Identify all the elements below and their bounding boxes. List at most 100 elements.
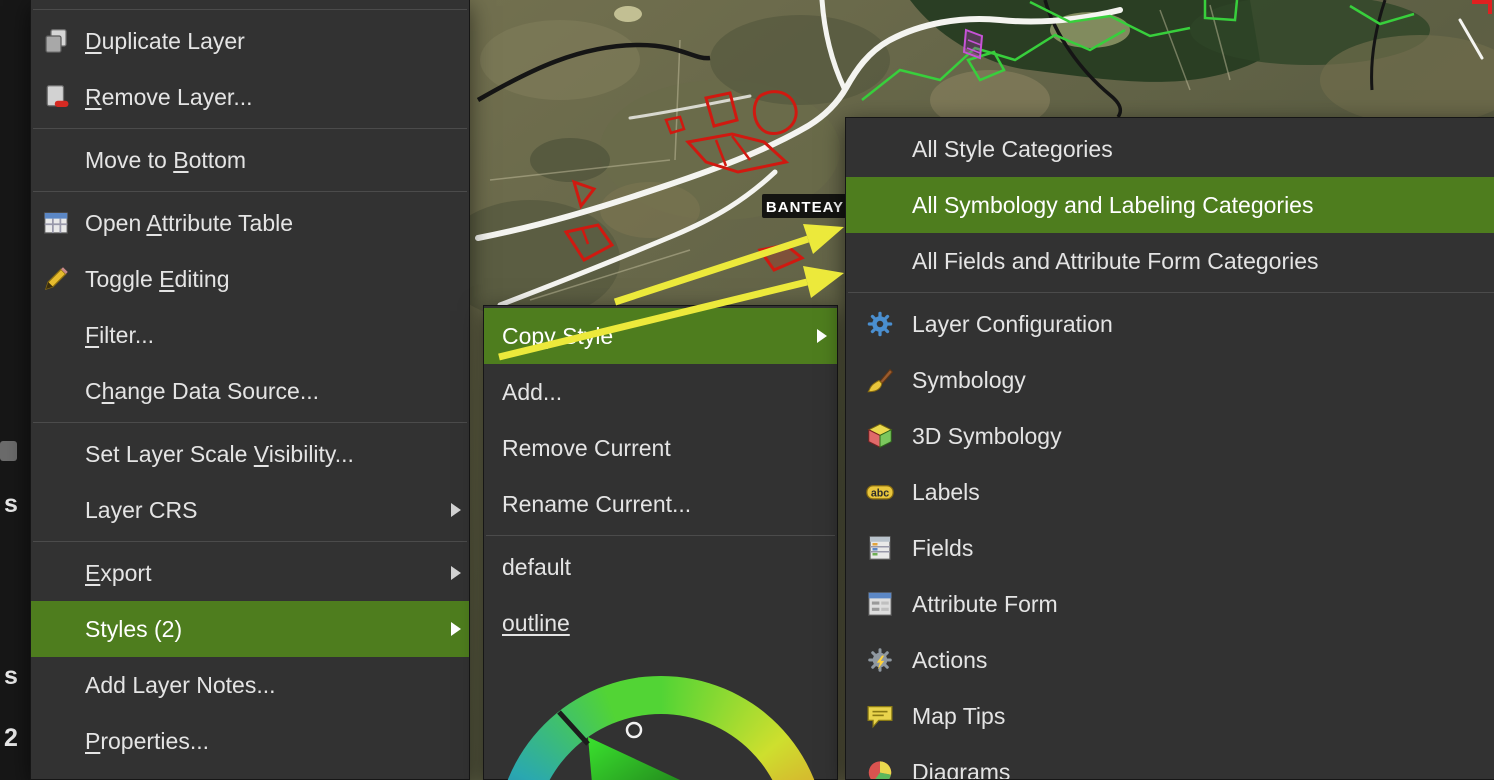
menu-separator [33,128,467,129]
attribute-form-icon [862,589,898,619]
pencil-icon [37,264,75,294]
menu-separator [33,422,467,423]
menu-item-export[interactable]: Export [31,545,469,601]
menu-item-copy-style[interactable]: Copy Style [484,308,837,364]
menu-item-labels[interactable]: abcLabels [846,464,1494,520]
menu-item-remove-layer[interactable]: Remove Layer... [31,69,469,125]
menu-item-label: Remove Current [502,435,671,462]
qgis-window: BANTEAY s s 2 Duplicate Layer Remove Layer.… [0,0,1494,780]
menu-item-label: Remove Layer... [85,84,252,111]
menu-item-label: Attribute Form [912,591,1058,618]
menu-item-label: All Fields and Attribute Form Categories [912,248,1319,275]
menu-item-symbology-3d[interactable]: 3D Symbology [846,408,1494,464]
submenu-arrow-icon [451,503,461,517]
menu-separator [33,541,467,542]
hue-marker[interactable] [559,712,588,744]
menu-item-layer-crs[interactable]: Layer CRS [31,482,469,538]
menu-item-open-attribute-table[interactable]: Open Attribute Table [31,195,469,251]
submenu-arrow-icon [451,622,461,636]
menu-item-label: Change Data Source... [85,378,319,405]
menu-item-layer-configuration[interactable]: Layer Configuration [846,296,1494,352]
menu-item-fields[interactable]: Fields [846,520,1494,576]
attribute-table-icon [37,208,75,238]
menu-separator [486,535,835,536]
menu-separator [33,9,467,10]
color-wheel[interactable] [496,676,826,780]
actions-icon [862,645,898,675]
menu-item-styles[interactable]: Styles (2) [31,601,469,657]
menu-item-label: All Style Categories [912,136,1113,163]
fields-icon [862,533,898,563]
menu-item-label: Toggle Editing [85,266,230,293]
menu-item-change-data-source[interactable]: Change Data Source... [31,363,469,419]
menu-item-all-fields-and-attribute-form[interactable]: All Fields and Attribute Form Categories [846,233,1494,289]
menu-item-duplicate-layer[interactable]: Duplicate Layer [31,13,469,69]
menu-item-label: Fields [912,535,973,562]
menu-item-all-symbology-and-labeling[interactable]: All Symbology and Labeling Categories [846,177,1494,233]
labels-icon: abc [862,477,898,507]
menu-item-label: Filter... [85,322,154,349]
symbology-icon [862,365,898,395]
menu-item-symbology[interactable]: Symbology [846,352,1494,408]
menu-item-label: Open Attribute Table [85,210,293,237]
menu-item-move-to-bottom[interactable]: Move to Bottom [31,132,469,188]
menu-item-label: Diagrams [912,759,1010,780]
menu-item-set-layer-scale-visibility[interactable]: Set Layer Scale Visibility... [31,426,469,482]
clipped-panel-icon [0,441,17,461]
menu-item-label: Properties... [85,728,209,755]
menu-separator [848,292,1494,293]
menu-item-label: Layer CRS [85,497,197,524]
map-tips-icon [862,701,898,731]
map-purple-parcel [964,30,982,58]
menu-item-label: Copy Style [502,323,613,350]
map-place-label-group: BANTEAY [762,194,848,218]
menu-item-label: Add Layer Notes... [85,672,276,699]
layer-context-menu: Duplicate Layer Remove Layer... Move to Bo… [30,0,470,780]
saturation-marker[interactable] [627,723,641,737]
menu-item-label: 3D Symbology [912,423,1062,450]
menu-item-actions[interactable]: Actions [846,632,1494,688]
submenu-arrow-icon [451,566,461,580]
menu-item-label: Set Layer Scale Visibility... [85,441,354,468]
menu-item-label: Duplicate Layer [85,28,245,55]
clipped-layer-name-text: 2 [4,726,18,751]
menu-item-style-outline[interactable]: outline [484,595,837,651]
copy-style-submenu: All Style Categories All Symbology and La… [845,117,1494,780]
menu-item-map-tips[interactable]: Map Tips [846,688,1494,744]
menu-item-rename-current[interactable]: Rename Current... [484,476,837,532]
clipped-layer-name-text: s [4,664,18,689]
menu-item-label: Export [85,560,151,587]
submenu-arrow-icon [817,329,827,343]
styles-submenu: Copy Style Add... Remove Current Rename Cur… [483,305,838,780]
diagrams-icon [862,757,898,780]
menu-item-label: Styles (2) [85,616,182,643]
symbology-3d-icon [862,421,898,451]
menu-item-label: Add... [502,379,562,406]
menu-item-filter[interactable]: Filter... [31,307,469,363]
menu-item-properties[interactable]: Properties... [31,713,469,769]
menu-item-label: outline [502,610,570,637]
triangle-highlight [588,737,787,780]
menu-item-style-default[interactable]: default [484,539,837,595]
menu-item-label: Layer Configuration [912,311,1113,338]
layer-configuration-icon [862,309,898,339]
menu-item-toggle-editing[interactable]: Toggle Editing [31,251,469,307]
menu-item-label: All Symbology and Labeling Categories [912,192,1313,219]
menu-item-add-layer-notes[interactable]: Add Layer Notes... [31,657,469,713]
menu-separator [33,191,467,192]
menu-item-label: Move to Bottom [85,147,246,174]
menu-item-add-style[interactable]: Add... [484,364,837,420]
menu-item-diagrams[interactable]: Diagrams [846,744,1494,780]
menu-item-label: default [502,554,571,581]
styles-submenu-items: Copy Style Add... Remove Current Rename Cur… [484,308,837,651]
clipped-layer-name-text: s [4,492,18,517]
menu-item-attribute-form[interactable]: Attribute Form [846,576,1494,632]
menu-item-label: Map Tips [912,703,1005,730]
saturation-triangle[interactable] [496,676,826,780]
menu-item-remove-current[interactable]: Remove Current [484,420,837,476]
map-place-label: BANTEAY [766,199,844,216]
remove-layer-icon [37,82,75,112]
svg-text:abc: abc [871,487,889,499]
menu-item-all-style-categories[interactable]: All Style Categories [846,121,1494,177]
duplicate-layer-icon [37,26,75,56]
